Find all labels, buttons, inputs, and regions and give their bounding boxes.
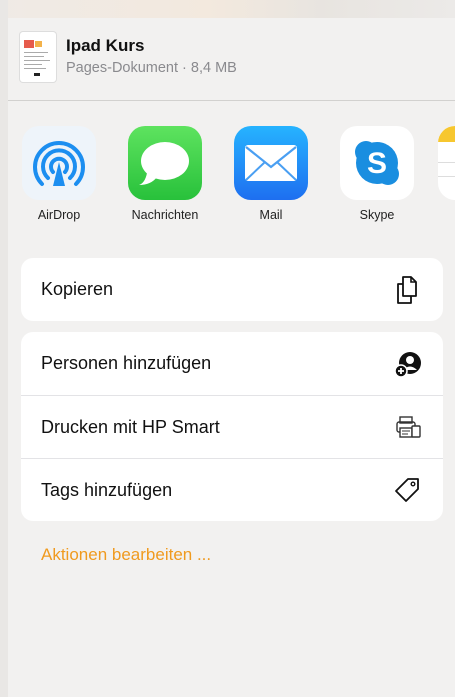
document-title: Ipad Kurs [66, 36, 145, 55]
app-row: AirDrop Nachrichten Mail S Skype [8, 126, 455, 226]
tag-icon [393, 475, 423, 505]
action-label: Personen hinzufügen [41, 353, 212, 373]
app-messages[interactable]: Nachrichten [120, 126, 210, 222]
action-copy[interactable]: Kopieren [21, 258, 443, 321]
background-blur [8, 0, 455, 18]
app-notes[interactable] [430, 126, 455, 208]
app-skype[interactable]: S Skype [332, 126, 422, 222]
action-label: Kopieren [41, 279, 114, 299]
skype-icon: S [340, 126, 414, 200]
app-airdrop[interactable]: AirDrop [14, 126, 104, 222]
messages-icon [128, 126, 202, 200]
app-label: AirDrop [37, 208, 81, 222]
action-add-people[interactable]: Personen hinzufügen [21, 332, 443, 395]
action-label: Tags hinzufügen [41, 479, 173, 500]
notes-icon [438, 126, 455, 200]
document-thumbnail [20, 32, 56, 82]
action-label: Drucken mit HP Smart [41, 416, 220, 437]
header-divider [8, 100, 455, 101]
action-group-copy: Kopieren [21, 258, 443, 321]
share-header: Ipad Kurs Pages-Dokument · 8,4 MB [8, 18, 455, 100]
edit-actions-link[interactable]: Aktionen bearbeiten ... [41, 545, 211, 565]
share-sheet: Ipad Kurs Pages-Dokument · 8,4 MB AirDro… [8, 0, 455, 697]
app-mail[interactable]: Mail [226, 126, 316, 222]
action-print-hp-smart[interactable]: Drucken mit HP Smart [21, 395, 443, 458]
app-label: Skype [359, 208, 395, 222]
copy-icon [393, 275, 423, 305]
app-label: Mail [259, 208, 283, 222]
airdrop-icon [22, 126, 96, 200]
svg-text:S: S [367, 147, 387, 180]
action-group-more: Personen hinzufügen Drucken mit HP Smart [21, 332, 443, 521]
document-subtitle: Pages-Dokument · 8,4 MB [66, 60, 237, 76]
mail-icon [234, 126, 308, 200]
hp-print-icon [393, 412, 423, 442]
action-add-tags[interactable]: Tags hinzufügen [21, 458, 443, 521]
app-label: Nachrichten [131, 208, 199, 222]
add-person-icon [393, 349, 423, 379]
